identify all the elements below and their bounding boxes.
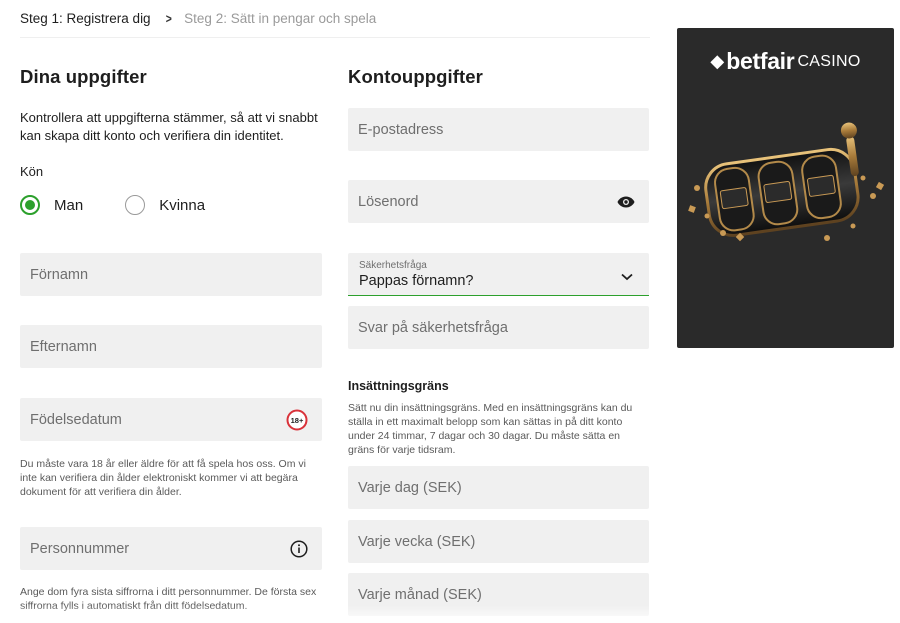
deposit-limit-title: Insättningsgräns [348, 379, 449, 393]
gender-label: Kön [20, 164, 44, 179]
date-of-birth-placeholder: Födelsedatum [30, 411, 122, 428]
bottom-fade [0, 605, 900, 623]
password-input[interactable]: Lösenord [348, 180, 649, 223]
deposit-limit-description: Sätt nu din insättningsgräns. Med en ins… [348, 402, 633, 456]
last-name-placeholder: Efternamn [30, 338, 97, 355]
age-requirement-note: Du måste vara 18 år eller äldre för att … [20, 458, 306, 498]
email-input[interactable]: E-postadress [348, 108, 649, 151]
security-question-label: Säkerhetsfråga [359, 260, 427, 271]
registration-steps: Steg 1: Registrera dig > Steg 2: Sätt in… [20, 0, 650, 38]
personal-number-input[interactable]: Personnummer [20, 527, 322, 570]
security-answer-input[interactable]: Svar på säkerhetsfråga [348, 306, 649, 349]
weekly-limit-input[interactable]: Varje vecka (SEK) [348, 520, 649, 563]
gender-radio-group: Man Kvinna [20, 195, 205, 215]
daily-limit-placeholder: Varje dag (SEK) [358, 479, 462, 496]
personal-details-section: Dina uppgifter Kontrollera att uppgifter… [20, 66, 322, 612]
date-of-birth-input[interactable]: Födelsedatum 18+ [20, 398, 322, 441]
monthly-limit-placeholder: Varje månad (SEK) [358, 586, 482, 603]
age-18-icon: 18+ [286, 409, 308, 431]
security-answer-placeholder: Svar på säkerhetsfråga [358, 319, 508, 336]
casino-promo-banner[interactable]: ◆ betfair CASINO [677, 28, 894, 348]
first-name-placeholder: Förnamn [30, 266, 89, 283]
account-details-section: Kontouppgifter E-postadress Lösenord Säk… [348, 66, 649, 616]
age-badge-text: 18+ [291, 416, 304, 425]
gender-radio-kvinna[interactable] [125, 195, 146, 215]
step-1-label: Steg 1: Registrera dig [20, 11, 151, 26]
step-2-label: Steg 2: Sätt in pengar och spela [184, 11, 377, 26]
personal-details-heading: Dina uppgifter [20, 66, 147, 87]
eye-icon[interactable] [617, 196, 635, 208]
personal-number-placeholder: Personnummer [30, 540, 130, 557]
info-icon[interactable] [290, 539, 308, 558]
gender-option-man-label[interactable]: Man [54, 197, 83, 214]
personal-details-intro: Kontrollera att uppgifterna stämmer, så … [20, 110, 318, 143]
security-question-value: Pappas förnamn? [359, 273, 474, 289]
first-name-input[interactable]: Förnamn [20, 253, 322, 296]
gender-radio-man[interactable] [20, 195, 40, 215]
weekly-limit-placeholder: Varje vecka (SEK) [358, 533, 476, 550]
gender-option-kvinna-label[interactable]: Kvinna [159, 197, 205, 214]
slot-machine-illustration [688, 122, 885, 242]
last-name-input[interactable]: Efternamn [20, 325, 322, 368]
password-placeholder: Lösenord [358, 193, 419, 210]
chevron-down-icon [621, 268, 633, 286]
email-placeholder: E-postadress [358, 121, 444, 138]
account-details-heading: Kontouppgifter [348, 66, 483, 87]
security-question-select[interactable]: Säkerhetsfråga Pappas förnamn? [348, 253, 649, 296]
daily-limit-input[interactable]: Varje dag (SEK) [348, 466, 649, 509]
chevron-right-icon: > [165, 11, 172, 26]
